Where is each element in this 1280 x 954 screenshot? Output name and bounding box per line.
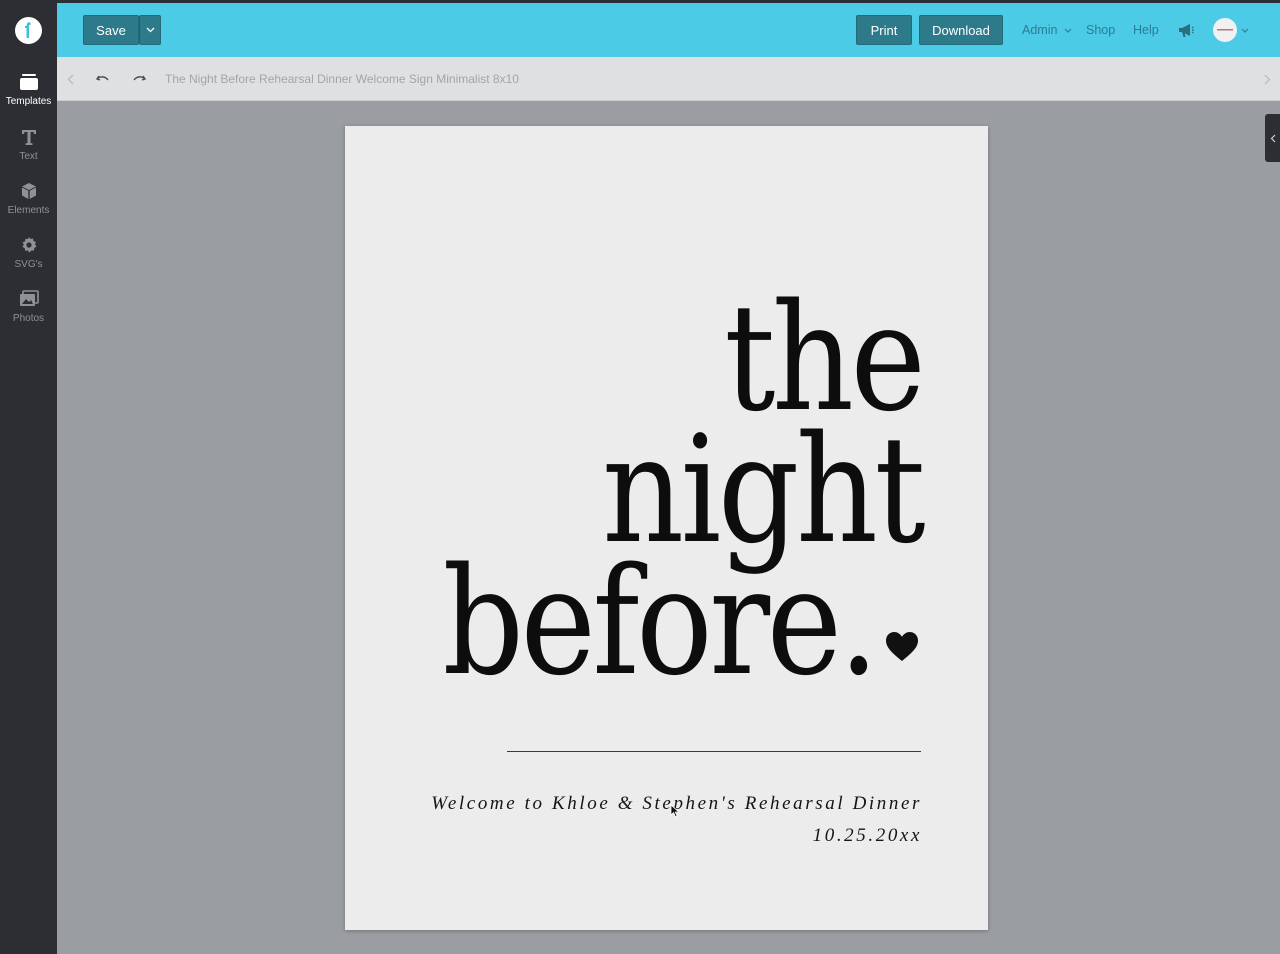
sidebar-item-label: Templates	[5, 96, 52, 107]
mouse-cursor-icon	[670, 804, 680, 818]
gear-icon	[20, 234, 38, 256]
admin-label: Admin	[1022, 23, 1058, 37]
app-logo[interactable]	[15, 17, 42, 44]
sidebar-item-label: SVG's	[14, 259, 43, 270]
save-button[interactable]: Save	[83, 15, 139, 45]
headline-line-before[interactable]: before.	[443, 548, 880, 696]
cube-icon	[20, 180, 38, 202]
shop-link[interactable]: Shop	[1086, 23, 1115, 37]
design-canvas-page[interactable]: the night before. Welcome to Khloe & Ste…	[345, 126, 988, 930]
templates-icon	[19, 71, 39, 93]
heart-icon[interactable]	[885, 631, 919, 663]
redo-icon[interactable]	[130, 70, 148, 88]
sidebar-item-label: Elements	[7, 205, 50, 216]
chevron-down-icon	[1064, 28, 1072, 34]
sidebar-item-label: Photos	[12, 313, 45, 324]
sidebar-item-photos[interactable]: Photos	[0, 288, 57, 336]
chevron-right-icon[interactable]	[1258, 70, 1276, 88]
sidebar: Templates Text Elements SVG's Photos	[0, 3, 57, 954]
chevron-left-icon[interactable]	[61, 70, 79, 88]
sidebar-item-templates[interactable]: Templates	[0, 71, 57, 119]
help-link[interactable]: Help	[1133, 23, 1159, 37]
undo-icon[interactable]	[94, 70, 112, 88]
avatar-logo-icon	[1217, 29, 1233, 31]
admin-menu[interactable]: Admin	[1022, 23, 1072, 37]
text-icon	[20, 126, 38, 148]
megaphone-icon[interactable]	[1177, 21, 1195, 44]
sidebar-item-svgs[interactable]: SVG's	[0, 234, 57, 282]
avatar[interactable]	[1213, 18, 1237, 42]
print-button[interactable]: Print	[856, 15, 912, 45]
chevron-down-icon[interactable]	[1241, 28, 1249, 33]
sidebar-item-elements[interactable]: Elements	[0, 180, 57, 228]
document-title: The Night Before Rehearsal Dinner Welcom…	[165, 72, 519, 86]
panel-collapse-tab[interactable]	[1265, 114, 1280, 162]
date-text[interactable]: 10.25.20xx	[813, 825, 922, 847]
top-header: Save Print Download Admin Shop Help	[57, 3, 1280, 57]
chevron-down-icon	[146, 27, 154, 33]
download-button[interactable]: Download	[919, 15, 1003, 45]
divider-line[interactable]	[507, 751, 921, 752]
sidebar-item-text[interactable]: Text	[0, 126, 57, 174]
save-options-button[interactable]	[139, 15, 161, 45]
logo-icon	[15, 17, 42, 44]
document-toolbar: The Night Before Rehearsal Dinner Welcom…	[57, 57, 1280, 101]
sidebar-item-label: Text	[19, 151, 38, 162]
chevron-left-icon	[1270, 134, 1275, 142]
photos-icon	[19, 288, 39, 310]
